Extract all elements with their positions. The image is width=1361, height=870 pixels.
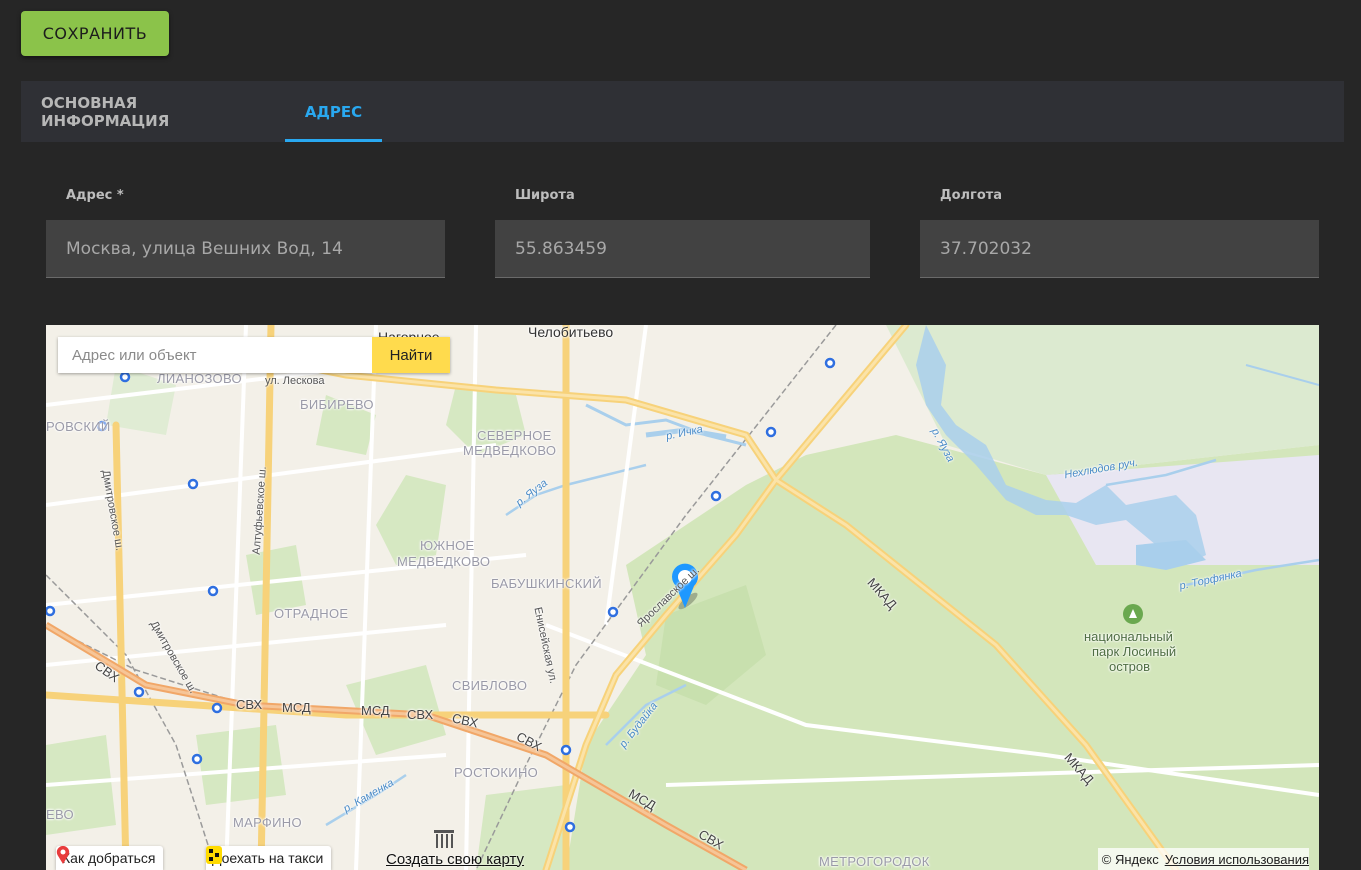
latitude-field[interactable]: 55.863459	[495, 220, 870, 278]
map-label: СВИБЛОВО	[452, 678, 528, 693]
create-map-link[interactable]: Создать свою карту	[386, 848, 524, 870]
save-button[interactable]: СОХРАНИТЬ	[21, 11, 169, 56]
map-label: СВХ	[407, 707, 434, 722]
map-label: остров	[1109, 659, 1151, 674]
map-search-input[interactable]	[58, 337, 372, 373]
map-label: БАБУШКИНСКИЙ	[491, 576, 602, 591]
map-label: Челобитьево	[528, 325, 614, 340]
copyright-text: © Яндекс	[1101, 851, 1159, 867]
map-label: РОСТОКИНО	[454, 765, 539, 780]
map-label: РОВСКИЙ	[46, 419, 111, 434]
taxi-label: Доехать на такси	[212, 850, 324, 866]
map-label: ОТРАДНОЕ	[274, 606, 349, 621]
map-label: ЕВО	[46, 807, 74, 822]
map-label: ЮЖНОЕ	[420, 538, 475, 553]
map-label: национальный	[1084, 629, 1173, 644]
latitude-label: Широта	[515, 188, 575, 203]
map-pin-icon	[56, 846, 70, 864]
tab-address[interactable]: АДРЕС	[285, 81, 382, 142]
map-label: МЕДВЕДКОВО	[463, 443, 557, 458]
map-label: МСД	[361, 703, 390, 718]
map-tiles	[46, 325, 1319, 870]
map-search-bar: Найти	[58, 337, 450, 373]
address-label: Адрес *	[66, 188, 124, 203]
map-label: СЕВЕРНОЕ	[477, 428, 552, 443]
map[interactable]: Нагорное Челобитьево ЛИАНОЗОВО ул. Леско…	[46, 325, 1319, 870]
map-label: ул. Лескова	[265, 375, 325, 387]
longitude-field[interactable]: 37.702032	[920, 220, 1319, 278]
map-label: МАРФИНО	[233, 815, 302, 830]
map-label: СВХ	[236, 697, 263, 712]
longitude-label: Долгота	[940, 188, 1003, 203]
tab-bar: ОСНОВНАЯ ИНФОРМАЦИЯ АДРЕС	[21, 81, 1344, 142]
map-label: МЕДВЕДКОВО	[397, 554, 491, 569]
address-field[interactable]: Москва, улица Вешних Вод, 14	[46, 220, 445, 278]
monument-icon	[434, 830, 454, 848]
map-label: ЛИАНОЗОВО	[157, 371, 242, 386]
route-button[interactable]: Как добраться	[56, 846, 164, 870]
route-label: Как добраться	[62, 850, 156, 866]
taxi-icon	[206, 846, 222, 864]
taxi-button[interactable]: Доехать на такси	[206, 846, 332, 870]
map-label: парк Лосиный	[1092, 644, 1177, 659]
map-label: МСД	[282, 700, 311, 715]
tab-main-info[interactable]: ОСНОВНАЯ ИНФОРМАЦИЯ	[41, 81, 265, 142]
map-label: БИБИРЕВО	[300, 397, 374, 412]
map-copyright: © Яндекс Условия использования	[1097, 848, 1309, 870]
map-search-button[interactable]: Найти	[372, 337, 450, 373]
terms-link[interactable]: Условия использования	[1165, 852, 1309, 867]
map-label: МЕТРОГОРОДОК	[819, 854, 930, 869]
